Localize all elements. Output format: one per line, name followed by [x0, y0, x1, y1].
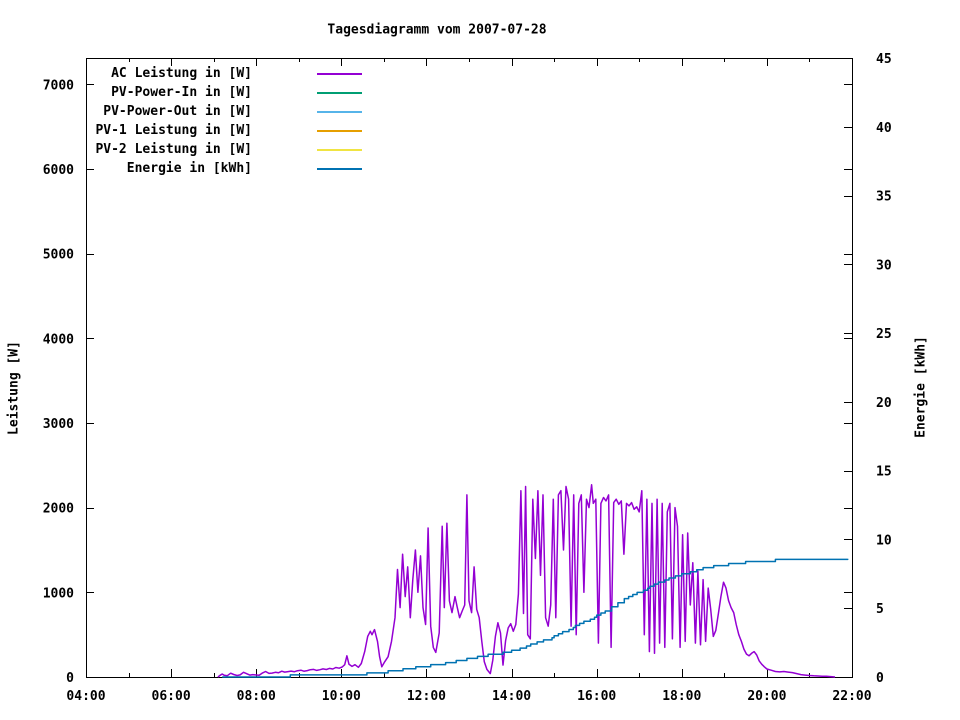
y2-tick-label: 40 [876, 121, 892, 136]
y2-tick-label: 0 [876, 671, 884, 686]
y2-tick-label: 10 [876, 533, 892, 548]
x-tick-label: 16:00 [577, 689, 616, 704]
legend-line-sample [317, 91, 362, 94]
x-tick-label: 20:00 [747, 689, 786, 704]
y-tick-label: 6000 [43, 163, 74, 178]
x-tick-label: 04:00 [66, 689, 105, 704]
legend-line-sample [317, 110, 362, 113]
x-tick-label: 12:00 [407, 689, 446, 704]
legend-item: PV-Power-In in [W] [86, 83, 386, 102]
x-tick-label: 18:00 [662, 689, 701, 704]
y2-tick-label: 15 [876, 465, 892, 480]
x-tick-label: 06:00 [152, 689, 191, 704]
y-tick-label: 7000 [43, 78, 74, 93]
legend-item: PV-1 Leistung in [W] [86, 121, 386, 140]
legend-line-sample [317, 72, 362, 75]
legend-item: Energie in [kWh] [86, 159, 386, 178]
legend-label: PV-2 Leistung in [W] [95, 142, 252, 157]
y2-tick-label: 30 [876, 258, 892, 273]
y-tick-label: 4000 [43, 332, 74, 347]
legend-label: AC Leistung in [W] [111, 66, 252, 81]
y2-tick-label: 5 [876, 602, 884, 617]
legend: AC Leistung in [W] PV-Power-In in [W] PV-P… [86, 64, 386, 178]
y-tick-label: 3000 [43, 417, 74, 432]
legend-line-sample [317, 167, 362, 170]
y2-tick-label: 35 [876, 190, 892, 205]
y2-tick-label: 25 [876, 327, 892, 342]
legend-label: PV-Power-In in [W] [111, 85, 252, 100]
legend-item: AC Leistung in [W] [86, 64, 386, 83]
y-tick-label: 1000 [43, 586, 74, 601]
y2-tick-label: 20 [876, 396, 892, 411]
x-tick-label: 08:00 [237, 689, 276, 704]
legend-item: PV-Power-Out in [W] [86, 102, 386, 121]
legend-line-sample [317, 148, 362, 151]
series-line-energie-in-kwh [222, 558, 849, 678]
legend-line-sample [317, 129, 362, 132]
legend-label: PV-Power-Out in [W] [103, 104, 252, 119]
legend-label: Energie in [kWh] [126, 161, 252, 176]
x-tick-label: 14:00 [492, 689, 531, 704]
y-tick-label: 0 [66, 671, 74, 686]
y2-tick-label: 45 [876, 52, 892, 67]
chart-canvas: Tagesdiagramm vom 2007-07-28 Leistung [W… [0, 0, 960, 720]
legend-item: PV-2 Leistung in [W] [86, 140, 386, 159]
y-tick-label: 5000 [43, 248, 74, 263]
x-tick-label: 22:00 [832, 689, 871, 704]
y-tick-label: 2000 [43, 502, 74, 517]
legend-label: PV-1 Leistung in [W] [95, 123, 252, 138]
x-tick-label: 10:00 [322, 689, 361, 704]
